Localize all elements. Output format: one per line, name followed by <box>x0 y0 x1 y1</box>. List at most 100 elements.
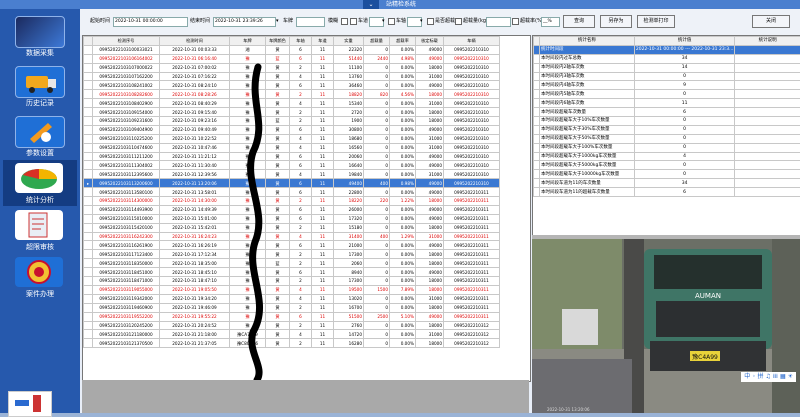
stats-row[interactable]: 本时间段车道为11的车次数量34 <box>534 179 800 188</box>
row-selector[interactable] <box>84 108 93 117</box>
table-row[interactable]: 099520221031162619002022-10-31 16:26:19豫… <box>84 241 500 250</box>
table-row[interactable]: 099520221031104746002022-10-31 10:47:46豫… <box>84 143 500 152</box>
ime-toolbar-badge[interactable]: 中 ◦ 拼 ♫ 𝍖 ▦ ☀ <box>741 372 796 382</box>
nav-data-collect[interactable]: 数据采集 <box>3 13 77 59</box>
table-row[interactable]: 099520221031061640022022-10-31 06:16:40豫… <box>84 54 500 63</box>
row-selector[interactable] <box>84 143 93 152</box>
table-row[interactable]: 099520221031082826002022-10-31 08:28:26豫… <box>84 90 500 99</box>
nav-settings[interactable]: 参数设置 <box>3 113 77 159</box>
row-selector[interactable] <box>84 277 93 286</box>
row-selector[interactable] <box>84 312 93 321</box>
stats-row[interactable]: 本时间段超载车大于1000kg车次数量4 <box>534 152 800 161</box>
row-selector[interactable] <box>84 268 93 277</box>
row-selector[interactable] <box>84 72 93 81</box>
row-selector[interactable] <box>84 99 93 108</box>
stats-col-header[interactable]: 统计名称 <box>539 37 634 46</box>
overlimit-checkbox[interactable] <box>427 18 434 25</box>
table-row[interactable]: 099520221031213705002022-10-31 21:37:05豫… <box>84 339 500 348</box>
row-selector[interactable] <box>84 339 93 348</box>
stats-row[interactable]: 统计时间段2022-10-31 00:00:00 --- 2022-10-31 … <box>534 45 800 54</box>
stats-row[interactable]: 本时间段超载车次数量6 <box>534 108 800 117</box>
overweight-checkbox[interactable] <box>455 18 462 25</box>
table-row[interactable]: 099520221031143000002022-10-31 14:30:00豫… <box>84 197 500 206</box>
col-header[interactable]: 车道 <box>312 37 334 46</box>
stats-row[interactable]: 本时间段车道为11的超载车次数量6 <box>534 188 800 197</box>
col-header[interactable]: 检测时间 <box>160 37 230 46</box>
overweight-input[interactable] <box>486 17 511 27</box>
row-selector[interactable] <box>84 188 93 197</box>
col-header[interactable]: 车牌 <box>230 37 266 46</box>
print-button[interactable]: 检测单打印 <box>637 15 675 28</box>
row-selector[interactable] <box>84 197 93 206</box>
col-header[interactable]: 车辆 <box>444 37 500 46</box>
stats-row[interactable]: 本时间段超载车大于100%车次数量0 <box>534 143 800 152</box>
table-row[interactable]: 099520221031150100002022-10-31 15:01:00豫… <box>84 214 500 223</box>
col-header[interactable]: 车牌颜色 <box>266 37 290 46</box>
table-row[interactable]: 099520221031070000222022-10-31 07:00:02豫… <box>84 63 500 72</box>
col-header[interactable]: 核定标载 <box>416 37 444 46</box>
row-selector[interactable] <box>84 330 93 339</box>
calendar-dropdown-icon[interactable]: ▾ <box>276 17 279 26</box>
row-selector[interactable] <box>84 214 93 223</box>
row-selector[interactable] <box>84 54 93 63</box>
row-selector[interactable] <box>84 125 93 134</box>
table-row[interactable]: 099520221031135801002022-10-31 13:58:01豫… <box>84 188 500 197</box>
stats-col-header[interactable]: 统计说明 <box>735 37 800 46</box>
col-header[interactable]: 检测序号 <box>93 37 160 46</box>
row-selector[interactable] <box>84 285 93 294</box>
row-selector[interactable] <box>84 303 93 312</box>
minimize-chevron-icon[interactable]: ⌄ <box>363 0 379 9</box>
rate-checkbox[interactable] <box>512 18 519 25</box>
exit-door-icon[interactable] <box>8 391 52 417</box>
col-header[interactable]: 超载率 <box>390 37 416 46</box>
table-row[interactable]: 099520221031112112002022-10-31 11:21:12豫… <box>84 152 500 161</box>
stats-row[interactable]: 本时间段内4轴车次数9 <box>534 81 800 90</box>
save-as-button[interactable]: 另存为 <box>600 15 632 28</box>
stats-row[interactable]: 本时间段内3轴车次数0 <box>534 72 800 81</box>
row-selector[interactable] <box>84 117 93 126</box>
table-row[interactable]: 099520221031113040022022-10-31 11:30:40豫… <box>84 161 500 170</box>
table-row[interactable]: 099520221031154201002022-10-31 15:42:01豫… <box>84 223 500 232</box>
nav-statistics[interactable]: 统计分析 <box>3 160 77 206</box>
table-row[interactable]: 099520221031190550002022-10-31 19:05:50豫… <box>84 285 500 294</box>
stats-row[interactable]: 本时间段超载车大于10000kg车次数量0 <box>534 170 800 179</box>
col-header[interactable]: 超载量 <box>364 37 390 46</box>
stats-row[interactable]: 本时间段超载车大于30%车次数量0 <box>534 125 800 134</box>
end-time-input[interactable]: 2022-10-31 23:39:26 <box>213 17 276 27</box>
table-row[interactable]: 099520221031194609002022-10-31 19:46:09豫… <box>84 303 500 312</box>
row-selector[interactable] <box>84 45 93 54</box>
row-selector[interactable]: ▸ <box>84 179 93 188</box>
table-row[interactable]: 099520221031193420002022-10-31 19:34:20豫… <box>84 294 500 303</box>
fuzzy-checkbox[interactable] <box>341 18 348 25</box>
row-selector[interactable] <box>84 321 93 330</box>
table-row[interactable]: 099520221031084029002022-10-31 08:40:29豫… <box>84 99 500 108</box>
start-time-input[interactable]: 2022-10-31 00:00:00 <box>113 17 188 27</box>
row-selector[interactable] <box>84 223 93 232</box>
row-selector[interactable] <box>84 250 93 259</box>
table-row[interactable]: 099520221031183500002022-10-31 18:35:00豫… <box>84 259 500 268</box>
table-row[interactable]: 099520221031144939002022-10-31 14:49:39豫… <box>84 205 500 214</box>
stats-row[interactable]: 本时间段内过车总数34 <box>534 54 800 63</box>
stats-row[interactable]: 本时间段内2轴车次数14 <box>534 63 800 72</box>
row-selector[interactable] <box>84 90 93 99</box>
axle-checkbox[interactable] <box>388 18 395 25</box>
nav-audit[interactable]: 超限审核 <box>3 207 77 253</box>
stats-row[interactable]: 本时间段超载车大于50%车次数量0 <box>534 134 800 143</box>
lane-dropdown-icon[interactable]: ▾ <box>382 17 385 26</box>
table-row[interactable]: 099520221031123956002022-10-31 12:39:56豫… <box>84 170 500 179</box>
col-header[interactable]: 实重 <box>334 37 364 46</box>
row-selector[interactable] <box>84 232 93 241</box>
table-row[interactable]: 099520221031092316002022-10-31 09:23:16豫… <box>84 117 500 126</box>
nav-case[interactable]: 案件办理 <box>3 254 77 300</box>
stats-col-header[interactable]: 统计值 <box>634 37 735 46</box>
lane-checkbox[interactable] <box>350 18 357 25</box>
table-row[interactable]: 099520221031082410022022-10-31 08:24:10豫… <box>84 81 500 90</box>
table-row[interactable]: 099520221031162423002022-10-31 16:24:23豫… <box>84 232 500 241</box>
row-selector[interactable] <box>84 134 93 143</box>
row-selector[interactable] <box>84 170 93 179</box>
axle-dropdown-icon[interactable]: ▾ <box>420 17 423 26</box>
table-row[interactable]: 099520221031184510002022-10-31 18:45:10豫… <box>84 268 500 277</box>
table-row[interactable]: 099520221031091540002022-10-31 09:15:40豫… <box>84 108 500 117</box>
stats-row[interactable]: 本时间段内6轴车次数11 <box>534 99 800 108</box>
table-row[interactable]: 099520221031202452002022-10-31 20:24:52豫… <box>84 321 500 330</box>
